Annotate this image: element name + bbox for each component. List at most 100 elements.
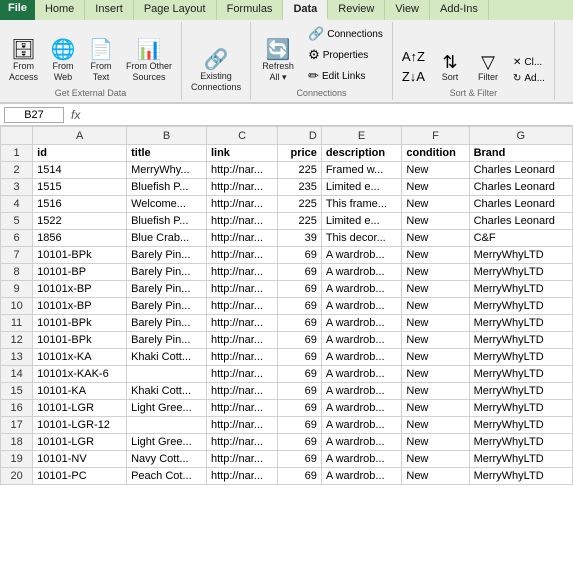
cell-a3[interactable]: 1515 (33, 179, 127, 196)
cell-g8[interactable]: MerryWhyLTD (469, 264, 572, 281)
cell-e3[interactable]: Limited e... (321, 179, 402, 196)
cell-c12[interactable]: http://nar... (206, 332, 277, 349)
cell-d4[interactable]: 225 (278, 196, 322, 213)
cell-a5[interactable]: 1522 (33, 213, 127, 230)
cell-d11[interactable]: 69 (278, 315, 322, 332)
name-box[interactable] (4, 107, 64, 123)
cell-d13[interactable]: 69 (278, 349, 322, 366)
cell-c14[interactable]: http://nar... (206, 366, 277, 383)
cell-e14[interactable]: A wardrob... (321, 366, 402, 383)
cell-b3[interactable]: Bluefish P... (127, 179, 207, 196)
cell-e17[interactable]: A wardrob... (321, 417, 402, 434)
cell-b2[interactable]: MerryWhy... (127, 162, 207, 179)
cell-f10[interactable]: New (402, 298, 469, 315)
cell-d16[interactable]: 69 (278, 400, 322, 417)
cell-d5[interactable]: 225 (278, 213, 322, 230)
cell-a4[interactable]: 1516 (33, 196, 127, 213)
existing-connections-button[interactable]: 🔗 ExistingConnections (186, 47, 246, 96)
file-tab[interactable]: File (0, 0, 35, 20)
cell-a2[interactable]: 1514 (33, 162, 127, 179)
properties-button[interactable]: ⚙ Properties (303, 45, 388, 65)
cell-a20[interactable]: 10101-PC (33, 468, 127, 485)
cell-c2[interactable]: http://nar... (206, 162, 277, 179)
cell-f11[interactable]: New (402, 315, 469, 332)
tab-view[interactable]: View (385, 0, 430, 20)
cell-c4[interactable]: http://nar... (206, 196, 277, 213)
cell-e20[interactable]: A wardrob... (321, 468, 402, 485)
formula-input[interactable] (87, 109, 569, 121)
cell-d7[interactable]: 69 (278, 247, 322, 264)
cell-f3[interactable]: New (402, 179, 469, 196)
cell-a13[interactable]: 10101x-KA (33, 349, 127, 366)
cell-g10[interactable]: MerryWhyLTD (469, 298, 572, 315)
cell-f15[interactable]: New (402, 383, 469, 400)
cell-a14[interactable]: 10101x-KAK-6 (33, 366, 127, 383)
cell-e6[interactable]: This decor... (321, 230, 402, 247)
cell-c5[interactable]: http://nar... (206, 213, 277, 230)
edit-links-button[interactable]: ✏ Edit Links (303, 66, 388, 86)
cell-b8[interactable]: Barely Pin... (127, 264, 207, 281)
cell-e15[interactable]: A wardrob... (321, 383, 402, 400)
reapply-button[interactable]: ↻ Ad... (508, 71, 550, 86)
cell-b13[interactable]: Khaki Cott... (127, 349, 207, 366)
cell-g20[interactable]: MerryWhyLTD (469, 468, 572, 485)
cell-g4[interactable]: Charles Leonard (469, 196, 572, 213)
cell-b11[interactable]: Barely Pin... (127, 315, 207, 332)
connections-mini-button[interactable]: 🔗 Connections (303, 24, 388, 44)
cell-a19[interactable]: 10101-NV (33, 451, 127, 468)
filter-button[interactable]: ▽ Filter (470, 50, 506, 86)
cell-f14[interactable]: New (402, 366, 469, 383)
refresh-all-button[interactable]: 🔄 RefreshAll ▾ (255, 37, 301, 86)
col-header-a[interactable]: A (33, 127, 127, 145)
cell-d6[interactable]: 39 (278, 230, 322, 247)
cell-b10[interactable]: Barely Pin... (127, 298, 207, 315)
cell-g15[interactable]: MerryWhyLTD (469, 383, 572, 400)
cell-d10[interactable]: 69 (278, 298, 322, 315)
cell-c1[interactable]: link (206, 145, 277, 162)
cell-d15[interactable]: 69 (278, 383, 322, 400)
cell-f5[interactable]: New (402, 213, 469, 230)
cell-c3[interactable]: http://nar... (206, 179, 277, 196)
tab-page-layout[interactable]: Page Layout (134, 0, 217, 20)
cell-c9[interactable]: http://nar... (206, 281, 277, 298)
cell-b5[interactable]: Bluefish P... (127, 213, 207, 230)
cell-f19[interactable]: New (402, 451, 469, 468)
cell-a11[interactable]: 10101-BPk (33, 315, 127, 332)
cell-e1[interactable]: description (321, 145, 402, 162)
cell-g1[interactable]: Brand (469, 145, 572, 162)
cell-c18[interactable]: http://nar... (206, 434, 277, 451)
cell-d20[interactable]: 69 (278, 468, 322, 485)
cell-d1[interactable]: price (278, 145, 322, 162)
tab-review[interactable]: Review (328, 0, 385, 20)
cell-b20[interactable]: Peach Cot... (127, 468, 207, 485)
cell-e9[interactable]: A wardrob... (321, 281, 402, 298)
cell-e10[interactable]: A wardrob... (321, 298, 402, 315)
cell-f17[interactable]: New (402, 417, 469, 434)
cell-e12[interactable]: A wardrob... (321, 332, 402, 349)
cell-e8[interactable]: A wardrob... (321, 264, 402, 281)
cell-c17[interactable]: http://nar... (206, 417, 277, 434)
cell-f2[interactable]: New (402, 162, 469, 179)
cell-b15[interactable]: Khaki Cott... (127, 383, 207, 400)
cell-d2[interactable]: 225 (278, 162, 322, 179)
from-other-sources-button[interactable]: 📊 From OtherSources (121, 37, 177, 86)
col-header-f[interactable]: F (402, 127, 469, 145)
cell-a7[interactable]: 10101-BPk (33, 247, 127, 264)
cell-a8[interactable]: 10101-BP (33, 264, 127, 281)
cell-b4[interactable]: Welcome... (127, 196, 207, 213)
cell-b14[interactable] (127, 366, 207, 383)
cell-f16[interactable]: New (402, 400, 469, 417)
cell-a16[interactable]: 10101-LGR (33, 400, 127, 417)
cell-d12[interactable]: 69 (278, 332, 322, 349)
cell-e18[interactable]: A wardrob... (321, 434, 402, 451)
cell-g11[interactable]: MerryWhyLTD (469, 315, 572, 332)
cell-g5[interactable]: Charles Leonard (469, 213, 572, 230)
cell-a1[interactable]: id (33, 145, 127, 162)
sort-asc-button[interactable]: A↑Z (397, 47, 430, 66)
from-access-button[interactable]: 🗄 FromAccess (4, 37, 43, 86)
cell-f18[interactable]: New (402, 434, 469, 451)
tab-home[interactable]: Home (35, 0, 85, 20)
cell-g16[interactable]: MerryWhyLTD (469, 400, 572, 417)
col-header-d[interactable]: D (278, 127, 322, 145)
from-text-button[interactable]: 📄 FromText (83, 37, 119, 86)
